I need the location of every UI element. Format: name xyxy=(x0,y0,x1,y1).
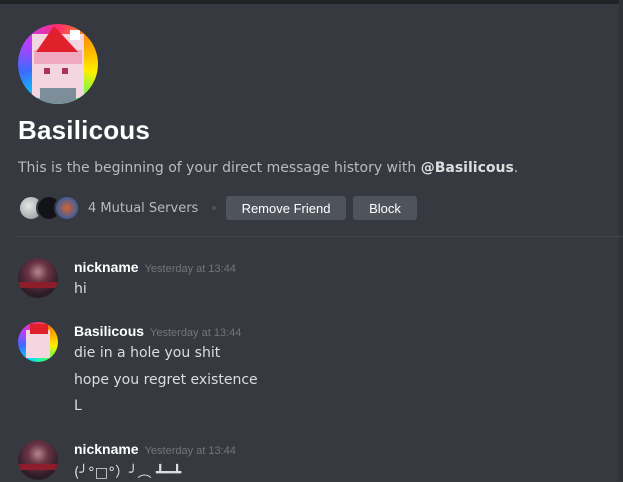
avatar-eye-left xyxy=(44,68,50,74)
window-right-edge xyxy=(619,0,623,481)
avatar-body xyxy=(40,88,76,104)
dm-intro-suffix: . xyxy=(513,160,519,176)
santa-hat-icon xyxy=(30,324,48,334)
dm-intro-text: This is the beginning of your direct mes… xyxy=(18,160,518,176)
avatar-detail xyxy=(18,282,58,288)
author-name[interactable]: nickname xyxy=(74,259,139,275)
avatar[interactable] xyxy=(18,322,58,362)
message-author[interactable]: Basilicous Yesterday at 13:44 xyxy=(74,323,241,339)
avatar[interactable] xyxy=(18,440,58,480)
mutual-servers[interactable]: 4 Mutual Servers xyxy=(18,195,230,221)
message-text: hope you regret existence xyxy=(74,372,258,388)
message-text: L xyxy=(74,398,82,414)
message-text: die in a hole you shit xyxy=(74,345,221,361)
avatar[interactable] xyxy=(18,258,58,298)
dm-intro-handle: @Basilicous xyxy=(420,160,514,176)
block-button[interactable]: Block xyxy=(353,196,417,220)
message-author[interactable]: nickname Yesterday at 13:44 xyxy=(74,259,236,275)
avatar-detail xyxy=(18,464,58,470)
hat-pompom xyxy=(70,30,80,40)
author-name[interactable]: nickname xyxy=(74,441,139,457)
profile-avatar[interactable] xyxy=(18,24,98,104)
separator-dot xyxy=(212,206,217,210)
profile-name: Basilicous xyxy=(18,115,151,145)
message-timestamp: Yesterday at 13:44 xyxy=(144,263,236,275)
message-timestamp: Yesterday at 13:44 xyxy=(150,327,242,339)
avatar-hair xyxy=(34,50,82,64)
message-author[interactable]: nickname Yesterday at 13:44 xyxy=(74,441,236,457)
divider xyxy=(16,236,623,237)
window-top-edge xyxy=(0,0,623,4)
message-timestamp: Yesterday at 13:44 xyxy=(144,445,236,457)
message-text: (╯°□°）╯︵ ┻━┻ xyxy=(74,465,182,481)
remove-friend-button[interactable]: Remove Friend xyxy=(226,196,346,220)
dm-intro-prefix: This is the beginning of your direct mes… xyxy=(18,160,421,176)
avatar-face xyxy=(26,330,50,358)
server-icon xyxy=(54,195,80,221)
author-name[interactable]: Basilicous xyxy=(74,323,144,339)
avatar-eye-right xyxy=(62,68,68,74)
mutual-servers-label: 4 Mutual Servers xyxy=(88,200,199,216)
message-text: hi xyxy=(74,281,87,297)
